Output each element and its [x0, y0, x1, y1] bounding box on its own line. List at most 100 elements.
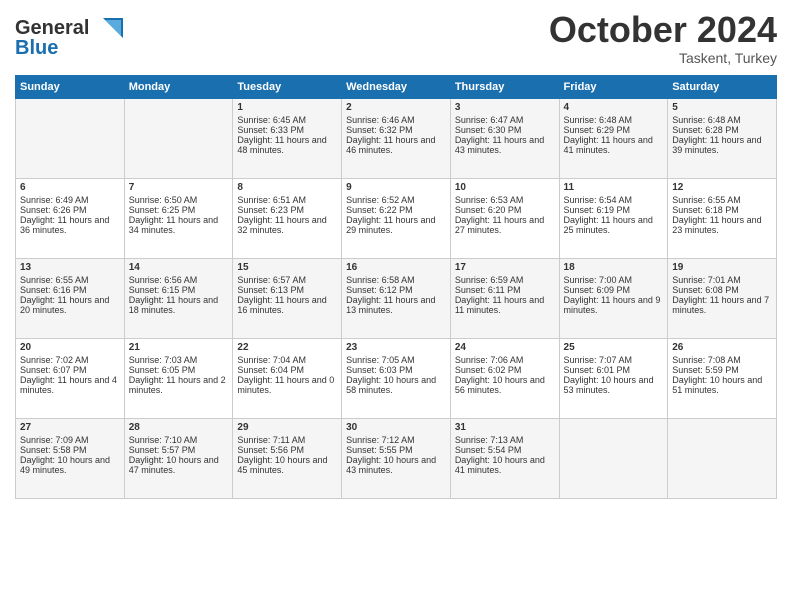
- day-info: Daylight: 11 hours and 27 minutes.: [455, 215, 555, 235]
- col-monday: Monday: [124, 76, 233, 99]
- day-info: Sunset: 6:07 PM: [20, 365, 120, 375]
- calendar-cell: 5Sunrise: 6:48 AMSunset: 6:28 PMDaylight…: [668, 99, 777, 179]
- calendar-cell: 6Sunrise: 6:49 AMSunset: 6:26 PMDaylight…: [16, 179, 125, 259]
- day-info: Sunrise: 6:58 AM: [346, 275, 446, 285]
- day-info: Daylight: 10 hours and 43 minutes.: [346, 455, 446, 475]
- calendar-cell: 12 Sunrise: 6:55 AMSunset: 6:18 PMDayligh…: [668, 179, 777, 259]
- day-info: Sunset: 6:15 PM: [129, 285, 229, 295]
- day-info: Daylight: 11 hours and 34 minutes.: [129, 215, 229, 235]
- calendar-cell: [559, 419, 668, 499]
- day-info: Sunrise: 7:00 AM: [564, 275, 664, 285]
- day-number: 26: [672, 342, 772, 353]
- col-tuesday: Tuesday: [233, 76, 342, 99]
- day-number: 1: [237, 102, 337, 113]
- month-title: October 2024: [549, 10, 777, 50]
- calendar-page: General Blue October 2024 Taskent, Turke…: [0, 0, 792, 612]
- day-number: 5: [672, 102, 772, 113]
- day-info: Sunset: 5:59 PM: [672, 365, 772, 375]
- day-info: Daylight: 11 hours and 39 minutes.: [672, 135, 772, 155]
- col-sunday: Sunday: [16, 76, 125, 99]
- day-number: 4: [564, 102, 664, 113]
- day-info: Sunrise: 6:50 AM: [129, 195, 229, 205]
- calendar-cell: 13Sunrise: 6:55 AMSunset: 6:16 PMDayligh…: [16, 259, 125, 339]
- day-info: Sunset: 6:03 PM: [346, 365, 446, 375]
- day-info: Sunset: 6:20 PM: [455, 205, 555, 215]
- day-info: Daylight: 10 hours and 58 minutes.: [346, 375, 446, 395]
- day-info: Sunset: 5:58 PM: [20, 445, 120, 455]
- calendar-cell: 18Sunrise: 7:00 AMSunset: 6:09 PMDayligh…: [559, 259, 668, 339]
- calendar-week-4: 20Sunrise: 7:02 AMSunset: 6:07 PMDayligh…: [16, 339, 777, 419]
- day-number: 12: [672, 182, 772, 193]
- day-info: Sunset: 6:29 PM: [564, 125, 664, 135]
- calendar-cell: 20 Sunrise: 7:02 AMSunset: 6:07 PMDayligh…: [16, 339, 125, 419]
- day-info: Sunset: 5:54 PM: [455, 445, 555, 455]
- day-number: 11: [564, 182, 664, 193]
- calendar-cell: 11Sunrise: 6:54 AMSunset: 6:19 PMDayligh…: [559, 179, 668, 259]
- day-number: 2: [346, 102, 446, 113]
- calendar-cell: 9Sunrise: 6:52 AMSunset: 6:22 PMDaylight…: [342, 179, 451, 259]
- day-info: Daylight: 11 hours and 46 minutes.: [346, 135, 446, 155]
- day-info: Sunset: 5:57 PM: [129, 445, 229, 455]
- calendar-cell: 2Sunrise: 6:46 AMSunset: 6:32 PMDaylight…: [342, 99, 451, 179]
- day-info: Daylight: 10 hours and 51 minutes.: [672, 375, 772, 395]
- day-number: 23: [346, 342, 446, 353]
- day-info: Sunset: 6:19 PM: [564, 205, 664, 215]
- day-info: Sunset: 6:32 PM: [346, 125, 446, 135]
- logo: General Blue: [15, 10, 125, 67]
- calendar-cell: 24Sunrise: 7:06 AMSunset: 6:02 PMDayligh…: [450, 339, 559, 419]
- day-number: 20: [20, 342, 120, 353]
- day-number: 16: [346, 262, 446, 273]
- day-info: Sunrise: 6:53 AM: [455, 195, 555, 205]
- svg-text:Blue: Blue: [15, 37, 58, 59]
- day-info: Sunrise: 6:55 AM: [672, 195, 772, 205]
- calendar-week-1: 1Sunrise: 6:45 AMSunset: 6:33 PMDaylight…: [16, 99, 777, 179]
- day-number: 14: [129, 262, 229, 273]
- day-info: Sunrise: 6:52 AM: [346, 195, 446, 205]
- day-info: Daylight: 11 hours and 48 minutes.: [237, 135, 337, 155]
- day-info: Sunset: 6:02 PM: [455, 365, 555, 375]
- day-info: Daylight: 11 hours and 32 minutes.: [237, 215, 337, 235]
- calendar-cell: 25Sunrise: 7:07 AMSunset: 6:01 PMDayligh…: [559, 339, 668, 419]
- day-info: Sunrise: 7:02 AM: [20, 355, 120, 365]
- day-info: Sunset: 5:56 PM: [237, 445, 337, 455]
- calendar-cell: 14Sunrise: 6:56 AMSunset: 6:15 PMDayligh…: [124, 259, 233, 339]
- day-number: 15: [237, 262, 337, 273]
- calendar-cell: 22Sunrise: 7:04 AMSunset: 6:04 PMDayligh…: [233, 339, 342, 419]
- day-info: Sunrise: 7:11 AM: [237, 435, 337, 445]
- day-info: Sunrise: 6:47 AM: [455, 115, 555, 125]
- day-info: Daylight: 11 hours and 2 minutes.: [129, 375, 229, 395]
- day-info: Sunrise: 7:13 AM: [455, 435, 555, 445]
- calendar-cell: 8Sunrise: 6:51 AMSunset: 6:23 PMDaylight…: [233, 179, 342, 259]
- day-info: Sunrise: 6:57 AM: [237, 275, 337, 285]
- day-info: Daylight: 11 hours and 4 minutes.: [20, 375, 120, 395]
- calendar-table: Sunday Monday Tuesday Wednesday Thursday…: [15, 75, 777, 499]
- day-info: Sunrise: 6:51 AM: [237, 195, 337, 205]
- day-info: Sunset: 6:30 PM: [455, 125, 555, 135]
- calendar-cell: 19Sunrise: 7:01 AMSunset: 6:08 PMDayligh…: [668, 259, 777, 339]
- day-info: Daylight: 11 hours and 23 minutes.: [672, 215, 772, 235]
- title-block: October 2024 Taskent, Turkey: [549, 10, 777, 66]
- calendar-cell: 30Sunrise: 7:12 AMSunset: 5:55 PMDayligh…: [342, 419, 451, 499]
- svg-text:General: General: [15, 17, 89, 39]
- day-info: Daylight: 11 hours and 13 minutes.: [346, 295, 446, 315]
- day-number: 24: [455, 342, 555, 353]
- day-number: 30: [346, 422, 446, 433]
- calendar-week-3: 13Sunrise: 6:55 AMSunset: 6:16 PMDayligh…: [16, 259, 777, 339]
- day-info: Sunset: 6:33 PM: [237, 125, 337, 135]
- day-info: Daylight: 11 hours and 43 minutes.: [455, 135, 555, 155]
- day-info: Sunrise: 7:06 AM: [455, 355, 555, 365]
- day-info: Daylight: 11 hours and 16 minutes.: [237, 295, 337, 315]
- col-wednesday: Wednesday: [342, 76, 451, 99]
- day-info: Daylight: 11 hours and 11 minutes.: [455, 295, 555, 315]
- day-number: 10: [455, 182, 555, 193]
- logo-text: General Blue: [15, 10, 125, 67]
- col-saturday: Saturday: [668, 76, 777, 99]
- day-number: 13: [20, 262, 120, 273]
- day-info: Daylight: 11 hours and 41 minutes.: [564, 135, 664, 155]
- calendar-cell: 4Sunrise: 6:48 AMSunset: 6:29 PMDaylight…: [559, 99, 668, 179]
- col-thursday: Thursday: [450, 76, 559, 99]
- day-info: Sunset: 6:09 PM: [564, 285, 664, 295]
- day-number: 22: [237, 342, 337, 353]
- day-number: 18: [564, 262, 664, 273]
- day-info: Sunset: 6:18 PM: [672, 205, 772, 215]
